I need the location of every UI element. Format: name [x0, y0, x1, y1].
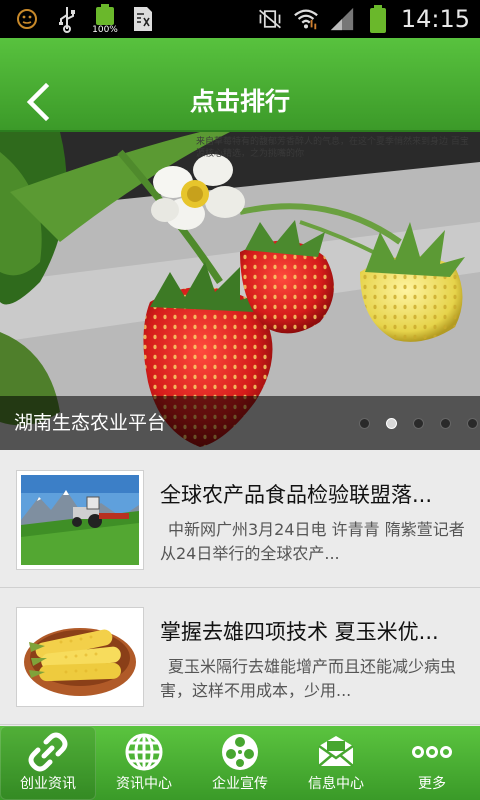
carousel-dot-active[interactable] [386, 418, 397, 429]
news-title[interactable]: 全球农产品食品检验联盟落... [160, 480, 470, 510]
nav-item-news-center[interactable]: 资讯中心 [96, 726, 192, 800]
wifi-icon [293, 4, 319, 34]
news-summary: 夏玉米隔行去雄能增产而且还能减少病虫害，这样不用成本，少用... [160, 657, 457, 700]
nav-label: 企业宣传 [212, 776, 268, 792]
clock: 14:15 [400, 5, 470, 33]
news-thumbnail [16, 607, 144, 707]
news-item[interactable]: 掌握去雄四项技术 夏玉米优... 夏玉米隔行去雄能增产而且还能减少病虫害，这样不… [0, 589, 480, 725]
banner-caption: 湖南生态农业平台 [14, 412, 167, 434]
nav-item-startup-news[interactable]: 创业资讯 [0, 726, 96, 800]
carousel-dot[interactable] [359, 418, 370, 429]
globe-icon [124, 732, 164, 772]
nav-label: 更多 [418, 776, 446, 792]
link-icon [28, 732, 68, 772]
nav-item-company-promo[interactable]: 企业宣传 [192, 726, 288, 800]
usb-icon [54, 4, 80, 34]
news-thumbnail [16, 470, 144, 570]
carousel-dot[interactable] [413, 418, 424, 429]
nav-item-more[interactable]: 更多 [384, 726, 480, 800]
carousel-dots [359, 418, 478, 429]
mail-icon [316, 732, 356, 772]
bottom-navigation: 创业资讯 资讯中心 企业宣传 信息中心 更多 [0, 726, 480, 800]
nav-label: 创业资讯 [20, 776, 76, 792]
tractor-field-image [21, 475, 139, 565]
news-title[interactable]: 掌握去雄四项技术 夏玉米优... [160, 617, 470, 647]
banner-overlay-text: 来自草莓特有的馥郁芳香醉人的气息，在这个夏季悄然来到身边 百宝源核心精选，之为挑… [196, 137, 469, 159]
app-header: 点击排行 [0, 38, 480, 132]
banner-caption-bar: 湖南生态农业平台 [0, 396, 480, 450]
battery-icon [365, 4, 391, 34]
carousel-dot[interactable] [440, 418, 451, 429]
battery-full-icon: 100% [92, 4, 118, 35]
vibrate-mute-icon [257, 4, 283, 34]
corn-basket-image [21, 612, 139, 702]
notification-face-icon [14, 4, 40, 34]
nav-item-info-center[interactable]: 信息中心 [288, 726, 384, 800]
page-title: 点击排行 [189, 87, 290, 116]
news-item[interactable]: 全球农产品食品检验联盟落... 中新网广州3月24日电 许青青 隋紫萱记者从24… [0, 452, 480, 588]
nav-label: 资讯中心 [116, 776, 172, 792]
more-dots-icon [412, 732, 452, 772]
nav-label: 信息中心 [308, 776, 364, 792]
film-reel-icon [220, 732, 260, 772]
carousel-dot[interactable] [467, 418, 478, 429]
news-summary: 中新网广州3月24日电 许青青 隋紫萱记者从24日举行的全球农产... [160, 520, 465, 563]
signal-icon [329, 4, 355, 34]
document-icon [130, 4, 156, 34]
banner-carousel[interactable]: 来自草莓特有的馥郁芳香醉人的气息，在这个夏季悄然来到身边 百宝源核心精选，之为挑… [0, 132, 480, 450]
status-bar: 100% 14:15 [0, 0, 480, 38]
